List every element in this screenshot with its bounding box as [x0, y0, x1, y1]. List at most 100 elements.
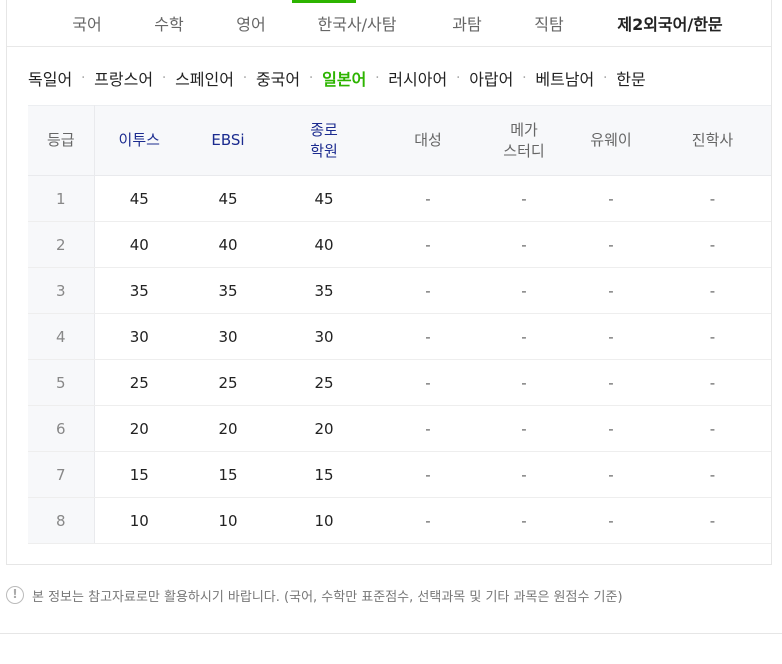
table-row: 2 40 40 40- - - -: [28, 221, 771, 268]
score-cell: -: [376, 267, 480, 314]
table-row: 1 45 45 45- - - -: [28, 175, 771, 222]
score-cell: -: [654, 497, 771, 544]
score-cell: -: [480, 313, 568, 360]
grade-cell: 2: [28, 221, 95, 268]
separator-dot: ·: [522, 70, 527, 86]
divider: [0, 633, 782, 634]
score-cell: 45: [184, 175, 272, 222]
separator-dot: ·: [242, 70, 248, 86]
score-cell: -: [654, 405, 771, 452]
subtab-chinese[interactable]: 중국어: [256, 66, 300, 90]
table-row: 8 10 10 10- - - -: [28, 497, 771, 544]
score-cell: -: [376, 221, 480, 268]
score-cell: 10: [272, 497, 376, 544]
grade-cell: 4: [28, 313, 95, 360]
score-cell: 15: [94, 451, 184, 498]
table-row: 5 25 25 25- - - -: [28, 359, 771, 406]
grade-cell: 7: [28, 451, 95, 498]
score-cell: -: [654, 221, 771, 268]
score-cell: -: [568, 497, 654, 544]
header-jinhak: 진학사: [654, 105, 771, 176]
score-cell: -: [376, 497, 480, 544]
score-cell: 10: [184, 497, 272, 544]
subtab-vietnamese[interactable]: 베트남어: [535, 66, 594, 90]
score-cell: 30: [272, 313, 376, 360]
header-ebsi: EBSi: [184, 105, 272, 176]
score-cell: -: [480, 405, 568, 452]
score-cell: -: [376, 175, 480, 222]
notice-text: 본 정보는 참고자료로만 활용하시기 바랍니다. (국어, 수학만 표준점수, …: [32, 589, 623, 605]
tab-science[interactable]: 과탐: [437, 0, 497, 46]
score-cell: -: [376, 313, 480, 360]
subtab-spanish[interactable]: 스페인어: [175, 66, 234, 90]
score-cell: -: [654, 359, 771, 406]
header-grade: 등급: [28, 105, 95, 176]
score-cell: 45: [272, 175, 376, 222]
score-cell: -: [480, 175, 568, 222]
score-cell: -: [376, 359, 480, 406]
grade-cell: 3: [28, 267, 95, 314]
score-cell: 40: [184, 221, 272, 268]
score-cell: 10: [94, 497, 184, 544]
header-etoos: 이투스: [94, 105, 184, 176]
language-subtabs: 독일어 · 프랑스어 · 스페인어 · 중국어 · 일본어 · 러시아어 · 아랍어 · 베트남어 · 한문: [28, 66, 646, 94]
separator-dot: ·: [603, 70, 608, 86]
score-cell: 15: [184, 451, 272, 498]
score-cell: -: [654, 267, 771, 314]
subtab-french[interactable]: 프랑스어: [94, 66, 153, 90]
score-cell: -: [654, 451, 771, 498]
notice: ! 본 정보는 참고자료로만 활용하시기 바랍니다. (국어, 수학만 표준점수…: [6, 583, 623, 607]
separator-dot: ·: [80, 70, 86, 86]
header-uway: 유웨이: [568, 105, 654, 176]
tab-english[interactable]: 영어: [221, 0, 281, 46]
score-table-widget: 국어 수학 영어 한국사/사탐 과탐 직탐 제2외국어/한문 독일어 · 프랑스어 ·…: [0, 0, 782, 664]
subtab-classical-chinese[interactable]: 한문: [616, 66, 645, 90]
score-cell: -: [480, 497, 568, 544]
header-megastudy: 메가 스터디: [480, 105, 568, 176]
table-row: 4 30 30 30- - - -: [28, 313, 771, 360]
subtab-russian[interactable]: 러시아어: [388, 66, 447, 90]
score-cell: -: [654, 313, 771, 360]
grade-cell: 1: [28, 175, 95, 222]
table-header-row: 등급 이투스 EBSi 종로 학원 대성 메가 스터디 유웨이 진학사: [28, 105, 771, 176]
table-row: 3 35 35 35- - - -: [28, 267, 771, 314]
subtab-arabic[interactable]: 아랍어: [469, 66, 513, 90]
score-cell: -: [568, 405, 654, 452]
grade-cell: 8: [28, 497, 95, 544]
score-cell: 40: [272, 221, 376, 268]
score-cell: 35: [272, 267, 376, 314]
subtab-japanese[interactable]: 일본어: [322, 66, 366, 90]
score-cell: 25: [94, 359, 184, 406]
tab-second-language[interactable]: 제2외국어/한문: [605, 0, 735, 46]
score-cell: 15: [272, 451, 376, 498]
score-cell: -: [480, 359, 568, 406]
header-daesung: 대성: [376, 105, 480, 176]
score-cell: -: [568, 451, 654, 498]
tab-vocational[interactable]: 직탐: [519, 0, 579, 46]
separator-dot: ·: [455, 70, 461, 86]
score-cell: 20: [184, 405, 272, 452]
tab-math[interactable]: 수학: [139, 0, 199, 46]
score-cell: 25: [272, 359, 376, 406]
score-cell: 25: [184, 359, 272, 406]
tab-korean[interactable]: 국어: [57, 0, 117, 46]
table-row: 6 20 20 20- - - -: [28, 405, 771, 452]
score-cell: -: [568, 175, 654, 222]
score-cell: -: [376, 405, 480, 452]
exclamation-circle-icon: !: [6, 586, 24, 604]
table-row: 7 15 15 15- - - -: [28, 451, 771, 498]
score-cell: 35: [94, 267, 184, 314]
tab-history-social[interactable]: 한국사/사탐: [307, 0, 407, 46]
score-cell: 30: [94, 313, 184, 360]
score-cell: 30: [184, 313, 272, 360]
score-cell: -: [568, 221, 654, 268]
score-cell: -: [568, 359, 654, 406]
score-cell: 35: [184, 267, 272, 314]
score-cell: -: [568, 313, 654, 360]
score-cell: 20: [272, 405, 376, 452]
subtab-german[interactable]: 독일어: [28, 66, 72, 90]
separator-dot: ·: [161, 70, 167, 86]
score-cell: -: [568, 267, 654, 314]
score-cell: -: [480, 221, 568, 268]
separator-dot: ·: [308, 70, 314, 86]
